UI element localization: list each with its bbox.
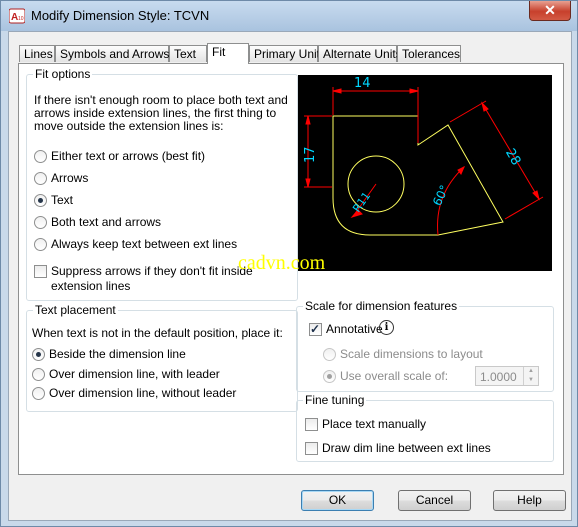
radio-button-selected[interactable] xyxy=(34,194,47,207)
preview-drawing: 14 17 28 R11 60° xyxy=(303,76,544,236)
help-button[interactable]: Help xyxy=(493,490,566,511)
spin-up-icon[interactable]: ▲ xyxy=(524,367,538,376)
radio-button[interactable] xyxy=(34,172,47,185)
checkbox-label: Place text manually xyxy=(322,417,427,431)
checkbox-label: Annotative xyxy=(326,322,383,336)
checkbox[interactable] xyxy=(34,265,47,278)
tab-primary-units[interactable]: Primary Units xyxy=(249,45,326,62)
radio-label: Scale dimensions to layout xyxy=(340,347,483,361)
dim-text-diagonal: 28 xyxy=(502,146,523,168)
checkbox[interactable] xyxy=(305,418,318,431)
fit-tab-panel: Fit options If there isn't enough room t… xyxy=(18,63,564,475)
annotative-info-icon[interactable]: i xyxy=(379,320,394,335)
tab-text[interactable]: Text xyxy=(169,45,207,62)
radio-label: Over dimension line, with leader xyxy=(49,367,220,381)
scale-group: Scale for dimension features Annotative … xyxy=(296,299,554,392)
close-button[interactable]: ✕ xyxy=(529,1,571,21)
radio-button[interactable] xyxy=(34,238,47,251)
spin-down-icon[interactable]: ▼ xyxy=(524,376,538,385)
radio-label: Beside the dimension line xyxy=(49,347,186,361)
text-placement-description: When text is not in the default position… xyxy=(32,326,283,340)
radio-label: Text xyxy=(51,193,74,207)
title-bar[interactable]: A 10 Modify Dimension Style: TCVN ✕ xyxy=(1,1,577,31)
radio-button[interactable] xyxy=(32,368,45,381)
dim-text-top: 14 xyxy=(354,76,371,91)
radio-button[interactable] xyxy=(34,150,47,163)
svg-text:10: 10 xyxy=(18,16,24,22)
dim-text-left: 17 xyxy=(303,146,318,163)
ok-button[interactable]: OK xyxy=(301,490,374,511)
fit-options-description-line-1: If there isn't enough room to place both… xyxy=(34,93,288,107)
spinner-buttons: ▲ ▼ xyxy=(523,367,538,385)
tab-symbols-and-arrows[interactable]: Symbols and Arrows xyxy=(55,45,169,62)
tab-lines[interactable]: Lines xyxy=(19,45,55,62)
radio-button-disabled[interactable] xyxy=(323,348,336,361)
autocad-app-icon: A 10 xyxy=(9,8,25,24)
radio-button[interactable] xyxy=(34,216,47,229)
radio-button-selected[interactable] xyxy=(32,348,45,361)
overall-scale-value: 1.0000 xyxy=(480,370,517,384)
dimension-preview: 14 17 28 R11 60° xyxy=(298,75,552,271)
checkbox-label: Suppress arrows if they don't fit inside xyxy=(51,264,253,278)
fit-options-description-line-3: move outside the extension lines is: xyxy=(34,119,224,133)
window-title: Modify Dimension Style: TCVN xyxy=(31,8,210,23)
tab-alternate-units[interactable]: Alternate Units xyxy=(318,45,402,62)
fine-tuning-title: Fine tuning xyxy=(303,393,367,407)
radio-label: Over dimension line, without leader xyxy=(49,386,237,400)
checkbox[interactable] xyxy=(305,442,318,455)
text-placement-title: Text placement xyxy=(33,303,118,317)
radio-button-disabled-selected[interactable] xyxy=(323,370,336,383)
overall-scale-spinner[interactable]: 1.0000 ▲ ▼ xyxy=(475,366,539,386)
checkbox-label-continuation: extension lines xyxy=(51,279,131,293)
radio-label: Arrows xyxy=(51,171,89,185)
radio-button[interactable] xyxy=(32,387,45,400)
checkbox-label: Draw dim line between ext lines xyxy=(322,441,491,455)
radio-label: Either text or arrows (best fit) xyxy=(51,149,206,163)
scale-title: Scale for dimension features xyxy=(303,299,460,313)
fit-options-title: Fit options xyxy=(33,67,93,81)
fit-options-description-line-2: arrows inside extension lines, the first… xyxy=(34,106,277,120)
radio-label: Both text and arrows xyxy=(51,215,162,229)
preview-dimension-text: 14 17 28 R11 60° xyxy=(303,76,523,215)
tab-tolerances[interactable]: Tolerances xyxy=(397,45,461,62)
radio-label: Always keep text between ext lines xyxy=(51,237,238,251)
dialog-body: Lines Symbols and Arrows Text Fit Primar… xyxy=(8,31,572,521)
dialog-window: A 10 Modify Dimension Style: TCVN ✕ Line… xyxy=(0,0,578,527)
radio-label: Use overall scale of: xyxy=(340,369,449,383)
cadvn-watermark: cadvn.com xyxy=(238,252,326,274)
checkbox-checked[interactable] xyxy=(309,322,322,336)
cancel-button[interactable]: Cancel xyxy=(398,490,471,511)
text-placement-group: Text placement When text is not in the d… xyxy=(26,303,298,412)
fine-tuning-group: Fine tuning Place text manually Draw dim… xyxy=(296,393,554,462)
tab-fit[interactable]: Fit xyxy=(207,43,249,64)
